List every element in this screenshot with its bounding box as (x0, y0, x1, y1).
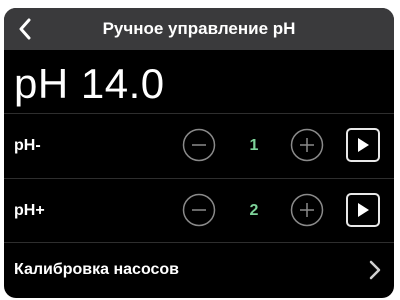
ph-control-screen: Ручное управление pH pH 14.0 pH- 1 pH+ 2… (4, 8, 394, 298)
run-pump-button[interactable] (346, 193, 380, 227)
page-title: Ручное управление pH (102, 19, 296, 38)
plus-circle-icon (290, 193, 324, 227)
back-button[interactable] (8, 12, 42, 46)
increase-button[interactable] (290, 193, 324, 227)
pump-value: 1 (249, 137, 259, 154)
calibration-label: Калибровка насосов (14, 261, 180, 278)
decrease-button[interactable] (182, 128, 216, 162)
pump-calibration-row[interactable]: Калибровка насосов (4, 242, 394, 298)
minus-circle-icon (182, 193, 216, 227)
header-bar: Ручное управление pH (4, 8, 394, 50)
pump-row-ph-minus: pH- 1 (4, 114, 394, 178)
play-icon (358, 138, 369, 152)
plus-circle-icon (290, 128, 324, 162)
pump-row-ph-plus: pH+ 2 (4, 179, 394, 243)
play-icon (358, 203, 369, 217)
chevron-left-icon (19, 18, 31, 40)
run-pump-button[interactable] (346, 128, 380, 162)
ph-reading: pH 14.0 (14, 60, 165, 107)
decrease-button[interactable] (182, 193, 216, 227)
increase-button[interactable] (290, 128, 324, 162)
minus-circle-icon (182, 128, 216, 162)
chevron-right-icon (369, 260, 381, 280)
pump-value: 2 (249, 202, 259, 219)
pump-label: pH+ (14, 202, 45, 219)
pump-label: pH- (14, 137, 41, 154)
